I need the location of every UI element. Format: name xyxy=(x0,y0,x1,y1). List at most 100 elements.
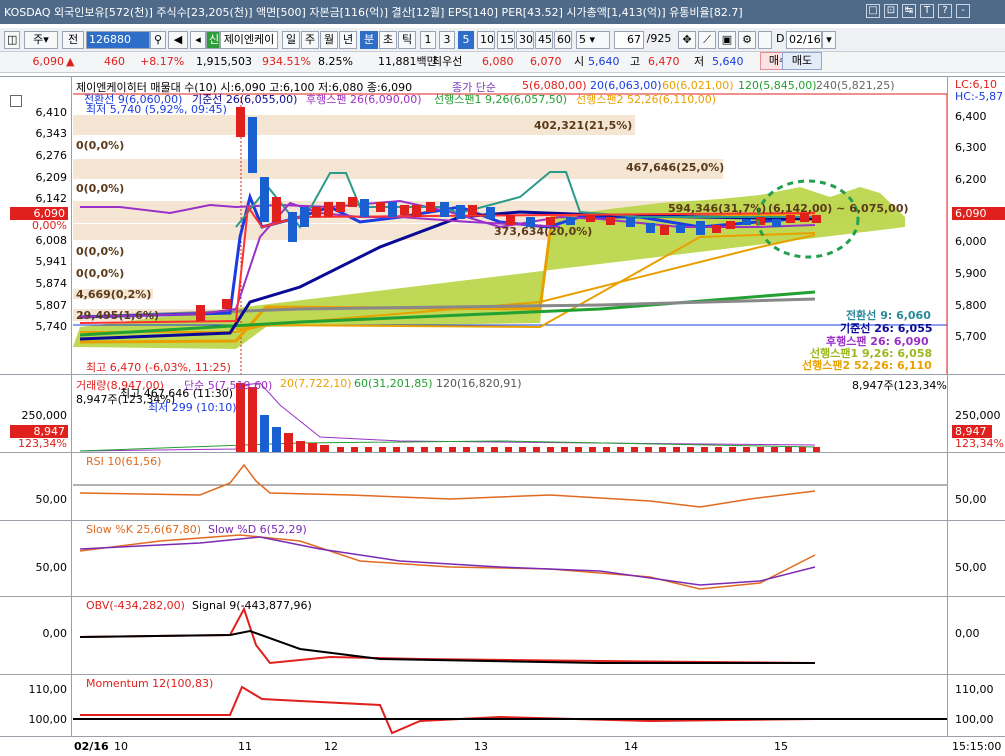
candle xyxy=(646,223,655,233)
candle xyxy=(586,215,595,222)
crosshair-icon[interactable]: ✥ xyxy=(678,31,696,49)
draw-line-icon[interactable]: ⟋ xyxy=(698,31,716,49)
date-input[interactable]: 02/16 xyxy=(786,31,822,49)
link-icon[interactable]: ⊡ xyxy=(884,4,898,18)
interval-tick[interactable]: 틱 xyxy=(398,31,416,49)
window-icon[interactable]: □ xyxy=(866,4,880,18)
text-icon[interactable]: T xyxy=(920,4,934,18)
volume-panel[interactable]: 250,000 8,947 123,34% 거래량(8,947,00) 단순 5… xyxy=(0,374,1005,453)
credit-badge: 신 xyxy=(206,31,220,49)
span2-legend: 선행스팬2 52,26(6,110,00) xyxy=(576,93,717,106)
minute-30[interactable]: 30 xyxy=(516,31,534,49)
vp-label: 29,495(1,6%) xyxy=(76,309,160,322)
stock-code-input[interactable]: 126880 xyxy=(86,31,150,49)
y-tick: 6,300 xyxy=(955,141,987,154)
rsi-panel[interactable]: 50,00 RSI 10(61,56) 50,00 xyxy=(0,452,1005,520)
cloud-note: (6,142,00) ~ 6,075,00) xyxy=(768,202,909,215)
layout-icon[interactable]: ◫ xyxy=(4,31,20,49)
chart-toolbar: ◫ 주▾ 전 126880 ⚲ ◀ ◂ 신 제이엔케이 일 주 월 년 분 초 … xyxy=(0,28,1005,52)
obv-panel[interactable]: 0,00 OBV(-434,282,00) Signal 9(-443,877,… xyxy=(0,596,1005,674)
candle xyxy=(440,202,449,217)
interval-year[interactable]: 년 xyxy=(339,31,357,49)
count-input[interactable]: 67 xyxy=(614,31,644,49)
x-label: 15 xyxy=(774,740,788,753)
price-chart-panel[interactable]: 6,410 6,343 6,276 6,209 6,142 6,008 5,94… xyxy=(0,76,1005,375)
vp-label: 402,321(21,5%) xyxy=(534,119,633,132)
minute-10[interactable]: 10 xyxy=(477,31,495,49)
candle xyxy=(626,217,635,227)
candle xyxy=(742,219,751,225)
volume-bar xyxy=(236,383,245,453)
candle xyxy=(360,199,369,217)
gear-icon[interactable]: ⚙ xyxy=(738,31,756,49)
momentum-panel[interactable]: 110,00 100,00 Momentum 12(100,83) 110,00… xyxy=(0,674,1005,736)
period-select[interactable]: 주▾ xyxy=(24,31,58,49)
volume-ratio: 934.51% xyxy=(262,55,311,68)
trade-amount: 11,881백만 xyxy=(378,55,437,68)
interval-minute[interactable]: 분 xyxy=(360,31,378,49)
candle xyxy=(786,215,795,223)
open-price: 5,640 xyxy=(588,55,620,68)
volume-bar xyxy=(272,427,281,453)
period-select-value: 주 xyxy=(33,33,44,46)
search-icon[interactable]: ⚲ xyxy=(150,31,166,49)
minute-5[interactable]: 5 xyxy=(458,31,474,49)
candle xyxy=(726,221,735,229)
current-price: 6,090 xyxy=(32,55,65,68)
candle xyxy=(348,197,357,207)
candle xyxy=(388,202,397,217)
stochastic-panel[interactable]: 50,00 Slow %K 25,6(67,80) Slow %D 6(52,2… xyxy=(0,520,1005,596)
volume-y-axis-right: 250,000 8,947 123,34% xyxy=(947,375,1005,452)
price-change: 460 xyxy=(104,55,125,68)
turnover: 8.25% xyxy=(318,55,353,68)
y-tick: 100,00 xyxy=(955,713,994,726)
speaker-icon[interactable]: ◀ xyxy=(168,31,188,49)
hc-label: HC:-5,87 xyxy=(955,90,1004,103)
date-checkbox[interactable] xyxy=(758,31,772,49)
volume-ma20: 20(7,722,10) xyxy=(280,377,352,390)
minute-45[interactable]: 45 xyxy=(535,31,553,49)
high-label: 고 xyxy=(630,55,641,68)
y-tick: 6,200 xyxy=(955,173,987,186)
candle xyxy=(288,212,297,242)
obv-signal-title: Signal 9(-443,877,96) xyxy=(192,599,312,612)
interval-day[interactable]: 일 xyxy=(282,31,300,49)
sell-button[interactable]: 매도 xyxy=(782,52,822,70)
minimize-icon[interactable]: - xyxy=(956,4,970,18)
prev-stock-icon[interactable]: ◂ xyxy=(190,31,206,49)
candle xyxy=(468,205,477,215)
minute-3[interactable]: 3 xyxy=(439,31,455,49)
minute-15[interactable]: 15 xyxy=(497,31,515,49)
candle xyxy=(260,177,269,222)
y-tick: 110,00 xyxy=(955,683,994,696)
high-price: 6,470 xyxy=(648,55,680,68)
y-tick: 0,00 xyxy=(955,627,980,640)
interval-second[interactable]: 초 xyxy=(379,31,397,49)
candle xyxy=(222,299,231,309)
vp-label: 0(0,0%) xyxy=(76,245,125,258)
low-price: 5,640 xyxy=(712,55,744,68)
help-icon[interactable]: ? xyxy=(938,4,952,18)
save-icon[interactable]: ▣ xyxy=(718,31,736,49)
count-select[interactable]: 5 ▾ xyxy=(576,31,610,49)
stock-name: 제이엔케이 xyxy=(220,31,278,49)
candle xyxy=(456,205,465,219)
calendar-icon[interactable]: ▾ xyxy=(822,31,836,49)
minute-1[interactable]: 1 xyxy=(420,31,436,49)
count-select-value: 5 xyxy=(579,33,586,46)
volume: 1,915,503 xyxy=(196,55,252,68)
chikou-legend: 후행스팬 26(6,090,00) xyxy=(306,93,422,106)
volume-right-pct: 123,34% xyxy=(955,437,1004,450)
candle xyxy=(566,217,575,225)
x-label: 14 xyxy=(624,740,638,753)
minute-60[interactable]: 60 xyxy=(554,31,572,49)
right-legend-span2: 선행스팬2 52,26: 6,110 xyxy=(802,359,932,372)
volume-ma60: 60(31,201,85) xyxy=(354,377,433,390)
arrange-icon[interactable]: ↹ xyxy=(902,4,916,18)
interval-week[interactable]: 주 xyxy=(301,31,319,49)
rsi-title: RSI 10(61,56) xyxy=(86,455,162,468)
interval-month[interactable]: 월 xyxy=(320,31,338,49)
stoch-y-axis-right: 50,00 xyxy=(947,521,1005,596)
date-label: D xyxy=(776,32,785,45)
market-select[interactable]: 전 xyxy=(62,31,84,49)
